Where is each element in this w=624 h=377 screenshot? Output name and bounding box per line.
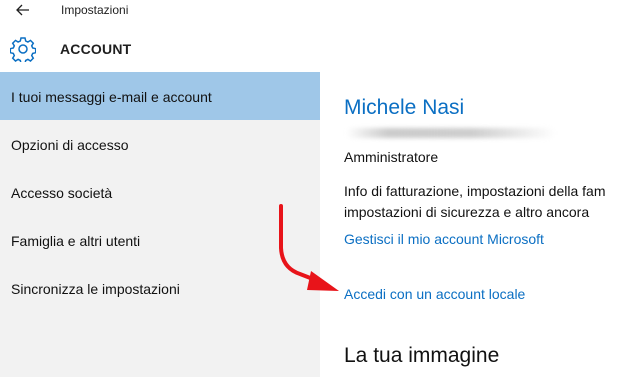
page-header: ACCOUNT (0, 22, 624, 72)
picture-section-heading: La tua immagine (344, 344, 500, 367)
info-line-2: impostazioni di sicurezza e altro ancora (344, 204, 590, 220)
page-title: ACCOUNT (60, 41, 132, 57)
title-bar: Impostazioni (0, 0, 624, 22)
sidebar-item-email-accounts[interactable]: I tuoi messaggi e-mail e account (0, 72, 320, 120)
sidebar-item-label: Famiglia e altri utenti (11, 233, 141, 249)
sidebar-item-work-access[interactable]: Accesso società (0, 168, 320, 216)
gear-icon (10, 37, 36, 62)
sidebar-item-label: Accesso società (11, 185, 113, 201)
blurred-email (346, 128, 556, 138)
user-name: Michele Nasi (344, 96, 465, 119)
sidebar-item-family-users[interactable]: Famiglia e altri utenti (0, 216, 320, 264)
window-title: Impostazioni (61, 3, 129, 17)
sign-in-local-account-link[interactable]: Accedi con un account locale (344, 286, 525, 302)
sidebar-item-label: Sincronizza le impostazioni (11, 281, 180, 297)
sidebar-item-sync-settings[interactable]: Sincronizza le impostazioni (0, 264, 320, 312)
back-arrow-icon (16, 4, 29, 16)
back-button[interactable] (12, 2, 34, 18)
info-line-1: Info di fatturazione, impostazioni della… (344, 183, 606, 199)
account-info-text: Info di fatturazione, impostazioni della… (344, 181, 605, 223)
manage-microsoft-account-link[interactable]: Gestisci il mio account Microsoft (344, 231, 544, 247)
sidebar-item-label: Opzioni di accesso (11, 137, 129, 153)
sidebar-item-sign-in-options[interactable]: Opzioni di accesso (0, 120, 320, 168)
account-role: Amministratore (344, 149, 439, 165)
sidebar: I tuoi messaggi e-mail e account Opzioni… (0, 72, 320, 377)
sidebar-item-label: I tuoi messaggi e-mail e account (11, 89, 212, 105)
account-content: Michele Nasi Amministratore Info di fatt… (320, 72, 624, 377)
